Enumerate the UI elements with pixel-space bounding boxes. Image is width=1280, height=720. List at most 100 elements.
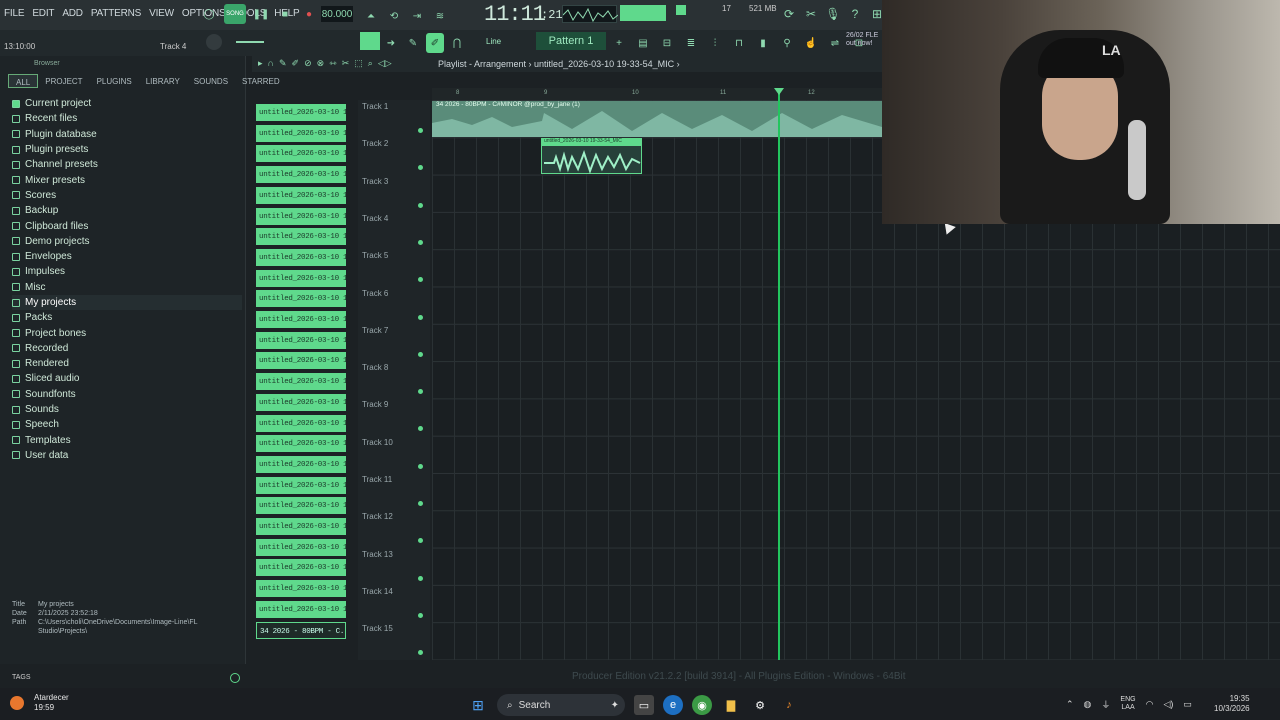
delete-icon[interactable]: ⊘ [304,58,312,69]
track-label[interactable]: Track 15 [362,624,393,633]
track-mute-led[interactable] [418,426,423,432]
menu-patterns[interactable]: PATTERNS [91,8,141,19]
track-label[interactable]: Track 4 [362,214,388,223]
browser-item[interactable]: Misc [12,280,242,295]
browser-item[interactable]: Project bones [12,325,242,340]
browser-item[interactable]: Sliced audio [12,371,242,386]
tab-plugins[interactable]: PLUGINS [90,74,139,88]
picker-item[interactable]: untitled_2026-03-10 19- [256,331,346,349]
browser-item[interactable]: Envelopes [12,249,242,264]
browser-item[interactable]: Scores [12,188,242,203]
track-mute-led[interactable] [418,277,423,283]
track-mute-led[interactable] [418,650,423,656]
windows-start-icon[interactable]: ⊞ [468,695,488,715]
picker-item[interactable]: untitled_2026-03-10 19- [256,104,346,121]
pencil-icon[interactable]: ✎ [279,58,287,69]
chrome-icon[interactable]: ◉ [692,695,712,715]
picker-item[interactable]: untitled_2026-03-10 19- [256,373,346,391]
playlist-icon[interactable]: ▤ [634,33,652,53]
tags-label[interactable]: TAGS [12,674,31,681]
tab-all[interactable]: ALL [8,74,39,88]
plugin-picker-icon[interactable]: ▮ [754,33,772,53]
picker-item[interactable]: untitled_2026-03-10 19- [256,435,346,453]
track-mute-led[interactable] [418,389,423,395]
track-mute-led[interactable] [418,128,423,133]
settings-gear-icon[interactable]: ⚙ [750,695,770,715]
track-label[interactable]: Track 2 [362,139,388,148]
browser-item[interactable]: User data [12,448,242,463]
magnet-icon[interactable]: ∩ [268,58,274,69]
fl-studio-icon[interactable]: ♪ [779,695,799,715]
track-mute-led[interactable] [418,202,423,208]
help-icon[interactable]: ? [847,6,863,22]
touch-icon[interactable]: ☝ [802,33,820,53]
tempo-display[interactable]: 80.000 [321,6,353,22]
picker-item[interactable]: untitled_2026-03-10 19- [256,476,346,494]
menu-view[interactable]: VIEW [149,8,174,19]
track-mute-led[interactable] [418,351,423,357]
track-label[interactable]: Track 14 [362,587,393,596]
track-label[interactable]: Track 9 [362,400,388,409]
add-pattern-icon[interactable]: + [610,33,628,53]
tools-icon[interactable]: ✂ [803,6,819,22]
edge-icon[interactable]: e [663,695,683,715]
picker-item[interactable]: untitled_2026-03-10 19- [256,352,346,370]
track-mute-led[interactable] [418,501,423,506]
loop-record-icon[interactable]: ⟲ [385,6,403,26]
playhead[interactable] [778,88,780,660]
weather-widget[interactable]: Atardecer 19:59 [34,693,69,713]
metronome-icon[interactable]: ⏶ [362,6,380,26]
channel-rack-icon[interactable]: ⊟ [658,33,676,53]
picker-item[interactable]: untitled_2026-03-10 19- [256,145,346,163]
browser-item[interactable]: Current project [12,96,242,111]
tab-library[interactable]: LIBRARY [139,74,187,88]
browser-item[interactable]: Mixer presets [12,172,242,187]
menu-add[interactable]: ADD [62,8,83,19]
track-label[interactable]: Track 6 [362,289,388,298]
step-edit-icon[interactable]: ⇥ [408,6,426,26]
pause-icon[interactable]: ❚❚ [252,4,270,24]
picker-item[interactable]: untitled_2026-03-10 19- [256,166,346,184]
browser-item[interactable]: Recent files [12,111,242,126]
taskbar-search[interactable]: ⌕ Search ✦ [497,694,625,716]
picker-item[interactable]: untitled_2026-03-10 19- [256,311,346,328]
track-label[interactable]: Track 1 [362,102,388,111]
browser-icon[interactable]: ⊓ [730,33,748,53]
picker-item[interactable]: untitled_2026-03-10 19- [256,559,346,577]
track-label[interactable]: Track 7 [362,326,388,335]
picker-item[interactable]: untitled_2026-03-10 19- [256,124,346,142]
picker-item[interactable]: untitled_2026-03-10 19- [256,207,346,225]
app-tray-icon[interactable]: ◍ [1084,699,1092,710]
browser-item[interactable]: Rendered [12,356,242,371]
taskbar-clock[interactable]: 19:35 10/3/2026 [1214,694,1250,714]
track-mute-led[interactable] [418,612,423,618]
slice-icon[interactable]: ✂ [342,58,350,69]
browser-item[interactable]: Packs [12,310,242,325]
microphone-icon[interactable]: ⏚ [1101,698,1110,711]
browser-item[interactable]: Speech [12,417,242,432]
browser-item[interactable]: Impulses [12,264,242,279]
brush-icon[interactable]: ✐ [426,33,444,53]
record-icon[interactable]: ● [300,4,318,24]
picker-item[interactable]: untitled_2026-03-10 19- [256,414,346,432]
picker-item[interactable]: 34 2026 - 80BPM - C... [256,621,346,639]
master-volume-knob[interactable] [206,34,222,50]
snap-select[interactable]: Line [470,32,530,50]
task-view-icon[interactable]: ▭ [634,695,654,715]
master-pitch-slider[interactable] [236,41,264,43]
track-mute-led[interactable] [418,239,423,245]
picker-item[interactable]: untitled_2026-03-10 19- [256,455,346,473]
track-mute-led[interactable] [418,538,423,544]
battery-icon[interactable]: ▭ [1183,699,1192,710]
browser-item[interactable]: Sounds [12,402,242,417]
picker-item[interactable]: untitled_2026-03-10 19- [256,497,346,515]
track-label[interactable]: Track 11 [362,475,392,484]
blend-icon[interactable]: ≋ [431,6,449,26]
picker-item[interactable]: untitled_2026-03-10 19- [256,580,346,598]
stop-icon[interactable]: ■ [276,4,294,24]
mixer-icon[interactable]: ⫶ [706,33,724,53]
tempo-icon[interactable]: ⇌ [826,33,844,53]
piano-roll-icon[interactable]: ≣ [682,33,700,53]
pattern-selector[interactable]: Pattern 1 [536,32,606,50]
track-label[interactable]: Track 13 [362,550,393,559]
